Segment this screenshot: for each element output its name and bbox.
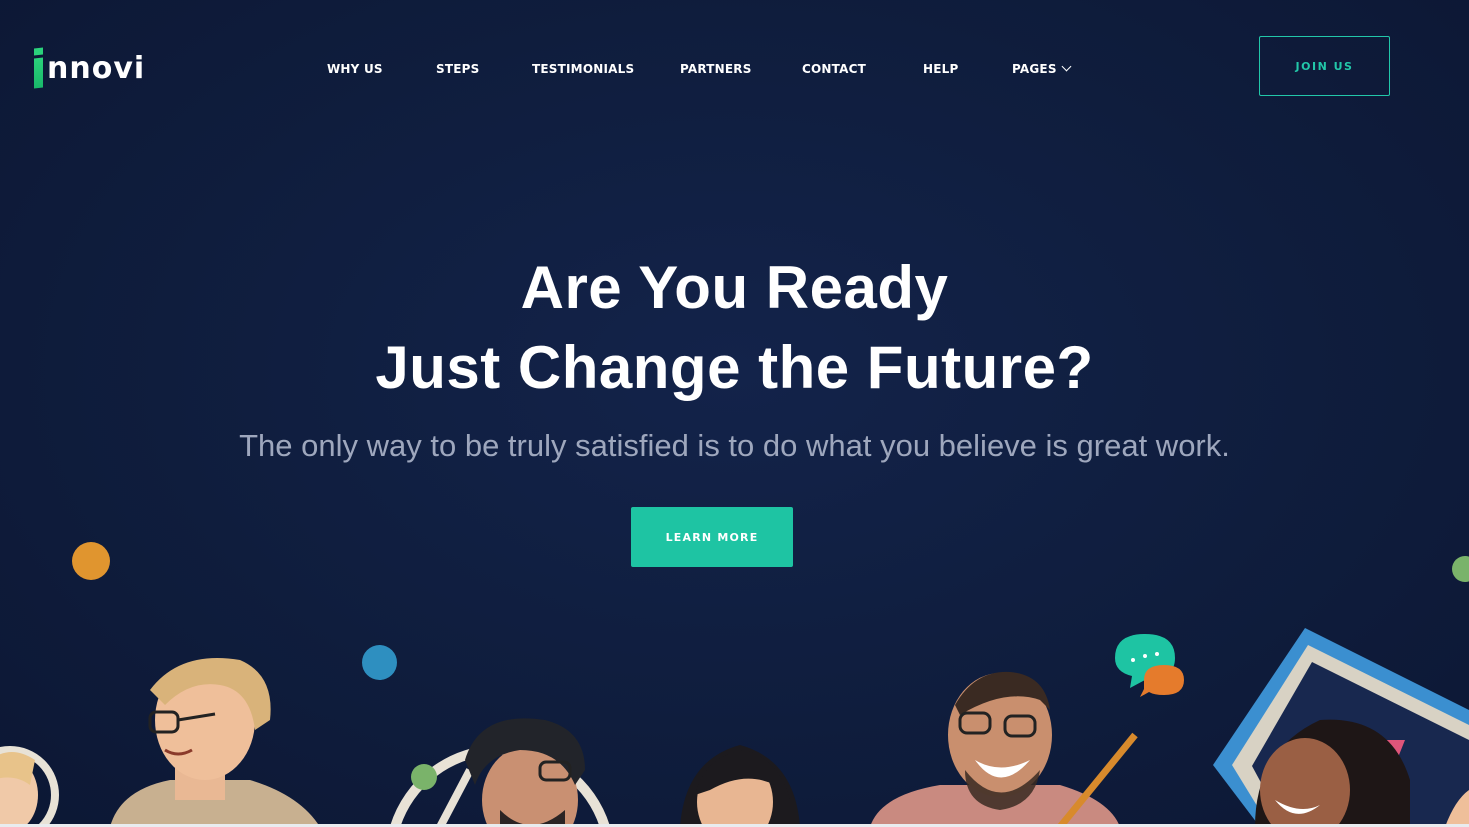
hero-title-line-2: Just Change the Future? <box>375 334 1094 401</box>
person-woman-frame <box>1213 628 1469 827</box>
join-us-button[interactable]: JOIN US <box>1259 36 1390 96</box>
nav-item-help[interactable]: HELP <box>923 62 958 76</box>
nav-item-steps[interactable]: STEPS <box>436 62 479 76</box>
hero-subtitle: The only way to be truly satisfied is to… <box>239 428 1230 463</box>
logo-mark-icon <box>34 47 44 89</box>
logo[interactable]: nnovi <box>34 46 146 89</box>
nav-item-pages[interactable]: PAGES <box>1012 61 1072 76</box>
chat-bubbles-icon <box>1115 634 1184 697</box>
nav-item-testimonials[interactable]: TESTIMONIALS <box>532 62 634 76</box>
person-man-turban <box>465 718 585 827</box>
learn-more-button[interactable]: LEARN MORE <box>631 507 793 567</box>
nav-item-contact[interactable]: CONTACT <box>802 62 866 76</box>
logo-text: nnovi <box>47 51 146 86</box>
nav-item-partners[interactable]: PARTNERS <box>680 62 752 76</box>
chevron-down-icon <box>1061 61 1072 72</box>
site-header: nnovi WHY US STEPS TESTIMONIALS PARTNERS… <box>0 0 1469 130</box>
orange-dot-decoration <box>72 542 110 580</box>
person-man-laughing <box>870 671 1138 827</box>
person-woman-center <box>680 745 800 827</box>
people-illustration <box>0 628 1469 827</box>
page: nnovi WHY US STEPS TESTIMONIALS PARTNERS… <box>0 0 1469 827</box>
green-dot-decoration <box>1452 556 1469 582</box>
hero-title-line-1: Are You Ready <box>520 254 949 321</box>
person-left-edge <box>0 746 59 827</box>
person-man-glasses <box>110 658 320 827</box>
nav-item-why-us[interactable]: WHY US <box>327 62 383 76</box>
nav-item-pages-label: PAGES <box>1012 62 1057 76</box>
